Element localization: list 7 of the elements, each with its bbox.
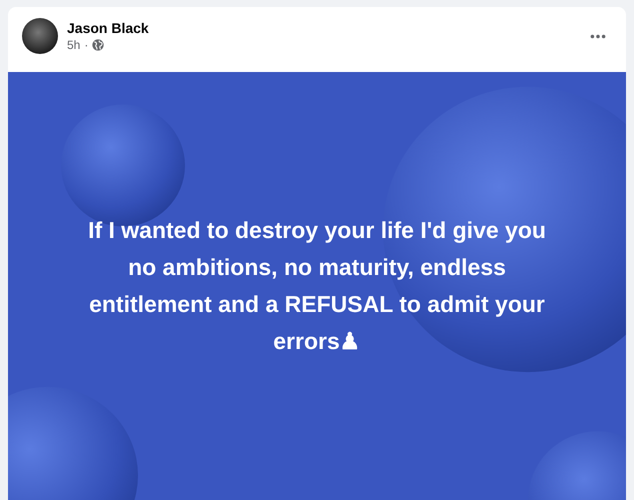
globe-icon[interactable]	[92, 39, 104, 51]
more-options-icon[interactable]	[590, 34, 606, 38]
post-text: If I wanted to destroy your life I'd give you no ambitions, no maturity, endless entitlement and a REFUSAL to admit your errors♟	[87, 216, 547, 356]
separator-dot: ·	[84, 38, 88, 52]
avatar[interactable]	[22, 18, 58, 54]
author-name[interactable]: Jason Black	[67, 20, 581, 36]
post-time[interactable]: 5h	[67, 38, 80, 52]
